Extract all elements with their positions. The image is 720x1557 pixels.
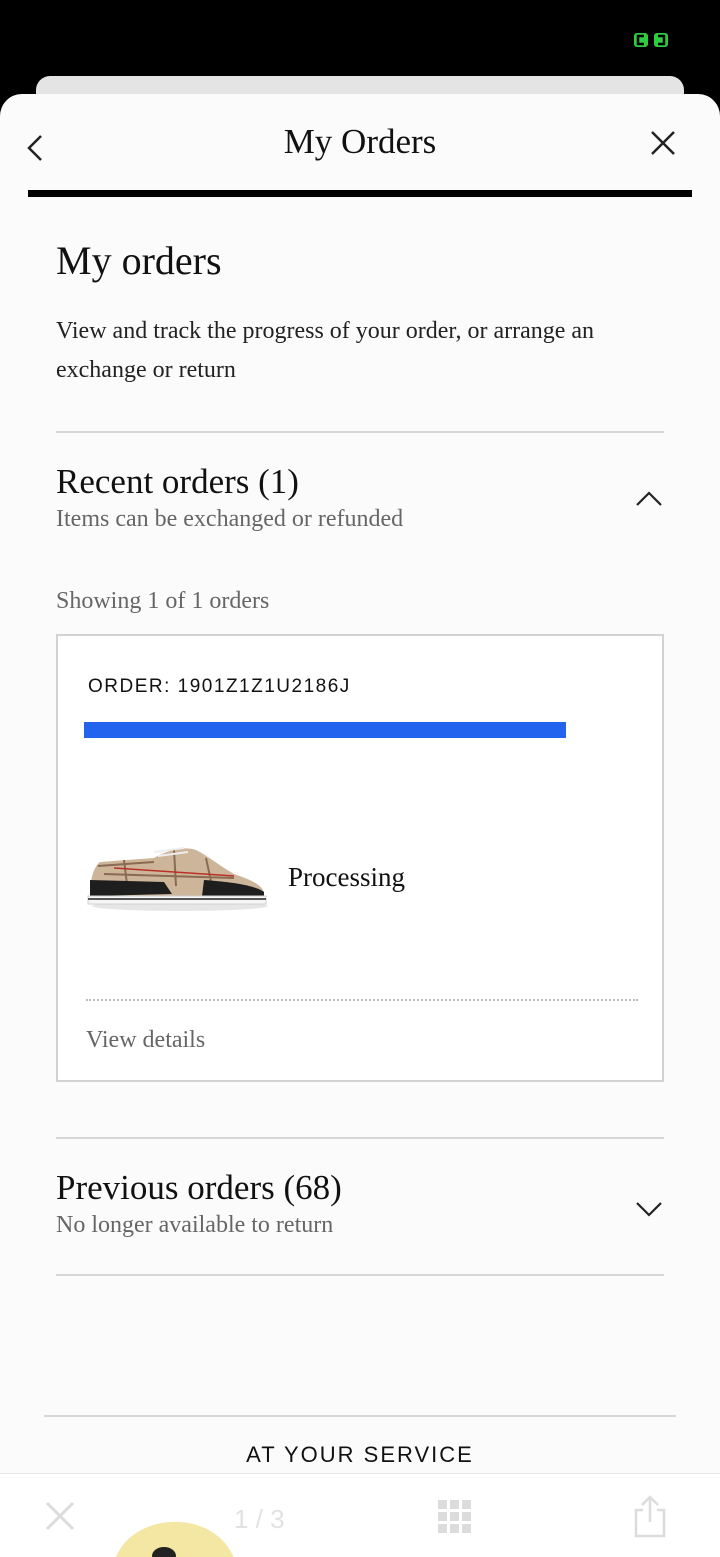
chevron-down-icon[interactable] — [634, 1200, 664, 1218]
nav-bar: My Orders — [0, 94, 720, 197]
service-divider — [44, 1415, 676, 1417]
status-bar — [0, 0, 720, 80]
page-title: My orders — [56, 238, 222, 283]
recent-orders-subtitle: Items can be exchanged or refunded — [56, 506, 404, 532]
orders-count-text: Showing 1 of 1 orders — [56, 588, 270, 614]
sneaker-icon — [87, 847, 268, 911]
nav-title: My Orders — [283, 122, 437, 161]
order-status: Processing — [288, 862, 405, 892]
share-icon[interactable] — [632, 1494, 668, 1538]
previous-orders-header[interactable]: Previous orders (68) No longer available… — [56, 1166, 664, 1240]
grid-icon[interactable] — [438, 1500, 472, 1534]
close-icon[interactable] — [648, 128, 678, 158]
page-counter: 1 / 3 — [234, 1504, 285, 1534]
recent-orders-header[interactable]: Recent orders (1) Items can be exchanged… — [56, 460, 664, 534]
order-number: ORDER: 1901Z1Z1U2186J — [88, 676, 351, 697]
view-details-link[interactable]: View details — [86, 1024, 205, 1056]
nav-underline — [28, 190, 692, 197]
orders-sheet: My Orders My orders View and track the p… — [0, 94, 720, 1557]
previous-orders-subtitle: No longer available to return — [56, 1212, 334, 1238]
dotted-divider — [86, 999, 638, 1001]
order-card[interactable]: ORDER: 1901Z1Z1U2186J Processing View de… — [56, 634, 664, 1082]
viewer-toolbar: 1 / 3 — [0, 1473, 720, 1557]
redaction-bar — [84, 722, 566, 738]
divider — [56, 1137, 664, 1139]
fullscreen-icon — [634, 33, 668, 47]
divider — [56, 431, 664, 433]
close-icon[interactable] — [44, 1500, 76, 1532]
previous-orders-title: Previous orders (68) — [56, 1168, 342, 1207]
thumbnail-icon — [116, 1521, 234, 1557]
page-description: View and track the progress of your orde… — [56, 318, 595, 383]
service-heading: AT YOUR SERVICE — [246, 1442, 474, 1467]
recent-orders-title: Recent orders (1) — [56, 462, 299, 501]
divider — [56, 1274, 664, 1276]
chevron-up-icon[interactable] — [634, 490, 664, 508]
